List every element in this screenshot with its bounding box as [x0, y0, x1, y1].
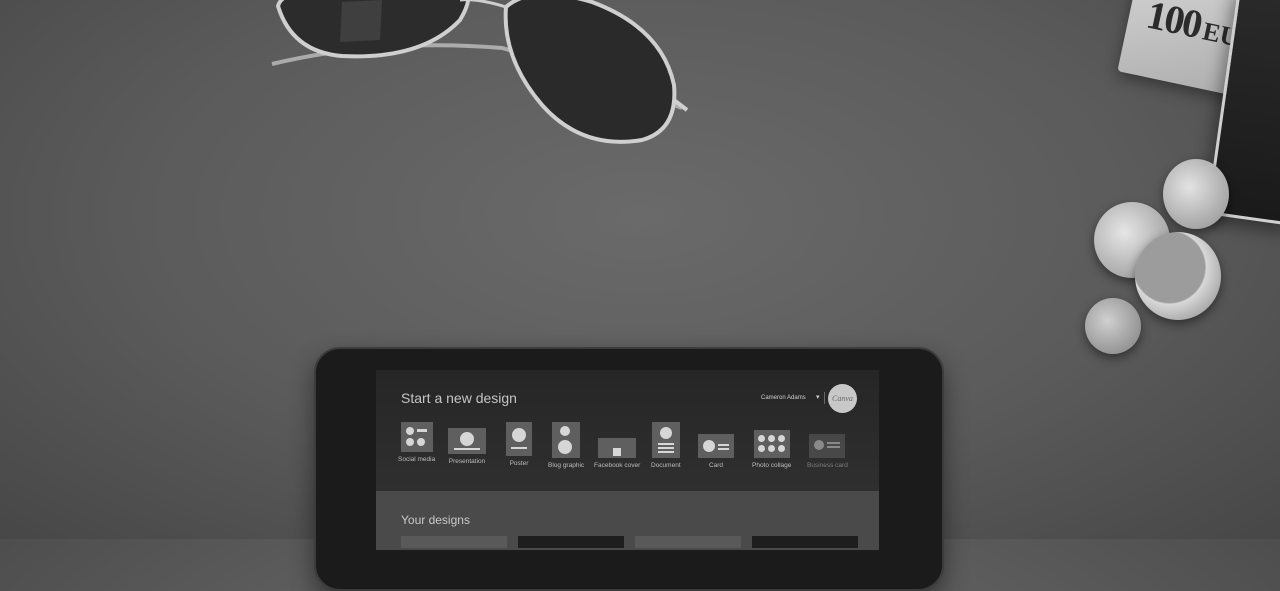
design-type-document[interactable]: Document — [651, 422, 681, 469]
poster-icon — [506, 422, 532, 456]
design-type-social-media[interactable]: Social media — [398, 422, 435, 463]
app-header: Start a new design Cameron Adams ▾ Canva… — [376, 370, 879, 491]
user-name[interactable]: Cameron Adams — [761, 395, 806, 401]
blog-graphic-icon — [552, 422, 581, 458]
document-icon — [651, 422, 680, 458]
design-thumbnail[interactable] — [518, 536, 624, 548]
design-type-label: Document — [651, 462, 681, 469]
social-media-icon — [400, 422, 433, 452]
design-type-label: Card — [708, 462, 724, 469]
facebook-cover-icon — [598, 438, 637, 458]
design-type-business-card[interactable]: Business card — [807, 422, 848, 469]
design-type-label: Facebook cover — [594, 462, 641, 469]
section-title: Your designs — [401, 513, 470, 527]
sunglasses-icon — [271, 0, 689, 144]
design-type-label: Poster — [509, 460, 529, 467]
design-thumbnail[interactable] — [401, 536, 507, 548]
chevron-down-icon[interactable]: ▾ — [816, 393, 820, 401]
design-type-poster[interactable]: Poster — [506, 422, 532, 467]
desk-scene: 100EURO Start a new design Cameron Adams… — [0, 0, 1280, 591]
design-type-blog-graphic[interactable]: Blog graphic — [548, 422, 584, 469]
coin — [1135, 232, 1221, 320]
tablet-screen: Start a new design Cameron Adams ▾ Canva… — [376, 370, 879, 550]
design-type-label: Presentation — [448, 458, 486, 465]
coin — [1085, 298, 1141, 354]
design-type-label: Business card — [807, 462, 848, 469]
design-thumbnail[interactable] — [752, 536, 858, 548]
your-designs-section: Your designs — [376, 491, 879, 550]
design-type-card[interactable]: Card — [698, 422, 734, 469]
coin — [1163, 159, 1229, 229]
photo-collage-icon — [753, 430, 790, 458]
design-type-facebook-cover[interactable]: Facebook cover — [594, 422, 640, 469]
design-type-label: Photo collage — [752, 462, 792, 469]
design-thumbnail[interactable] — [635, 536, 741, 548]
business-card-icon — [809, 434, 846, 458]
design-type-presentation[interactable]: Presentation — [448, 422, 486, 465]
divider — [824, 392, 825, 404]
canva-logo[interactable]: Canva — [828, 384, 857, 413]
design-type-photo-collage[interactable]: Photo collage — [752, 422, 791, 469]
card-icon — [698, 434, 734, 458]
design-type-label: Blog graphic — [548, 462, 585, 469]
design-type-label: Social media — [398, 456, 436, 463]
page-title: Start a new design — [401, 390, 517, 406]
presentation-icon — [448, 428, 486, 454]
